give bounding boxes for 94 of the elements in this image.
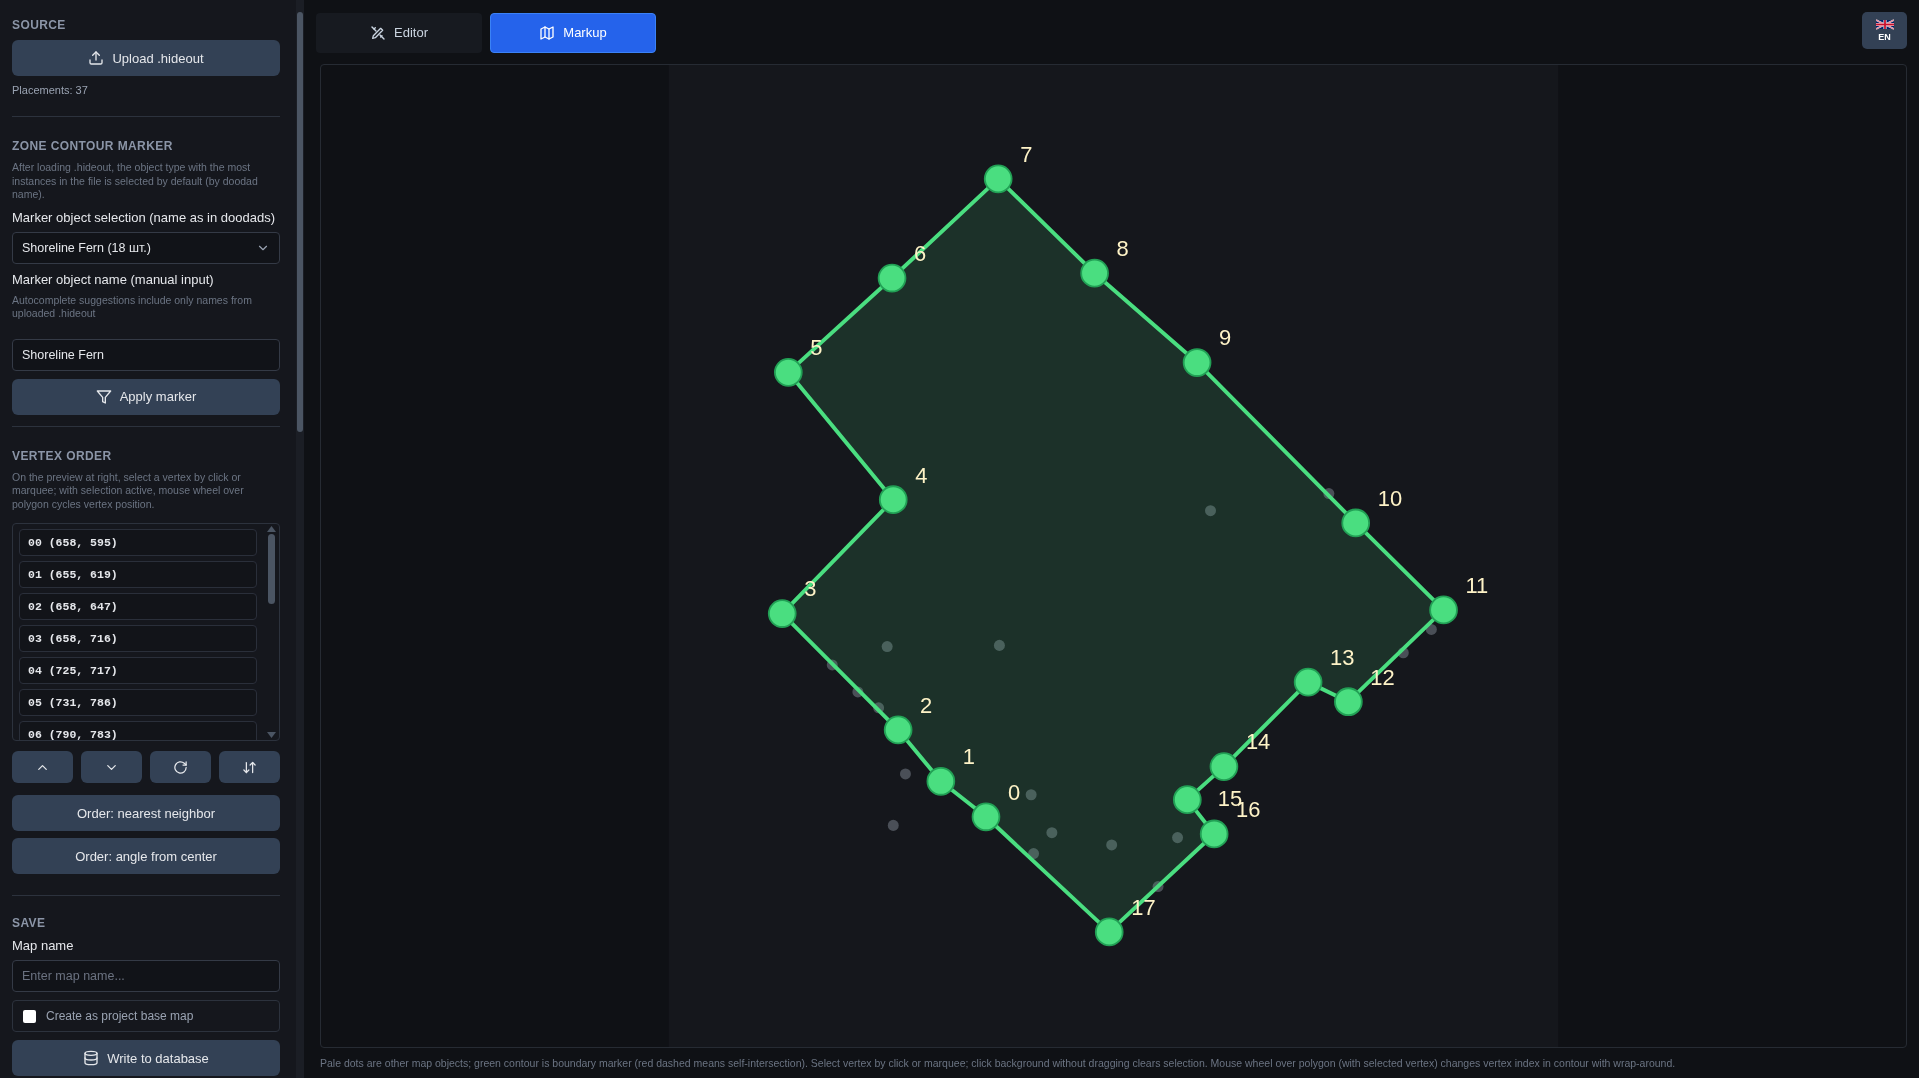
apply-marker-button[interactable]: Apply marker bbox=[12, 378, 280, 415]
scrollbar-thumb[interactable] bbox=[268, 534, 275, 604]
refresh-icon bbox=[173, 759, 188, 775]
object-dot[interactable] bbox=[1028, 848, 1040, 860]
vertex-handle[interactable] bbox=[1199, 819, 1229, 849]
placements-count: Placements: 37 bbox=[12, 84, 89, 96]
list-scrollbar[interactable] bbox=[266, 526, 277, 738]
field-label: Marker object selection (name as in doodads) bbox=[12, 209, 277, 225]
vertex-handle[interactable] bbox=[983, 164, 1013, 194]
object-dot[interactable] bbox=[1425, 623, 1437, 635]
language-button[interactable]: EN bbox=[1862, 11, 1907, 49]
vertex-handle[interactable] bbox=[1429, 595, 1458, 625]
order-button[interactable]: Order: angle from center bbox=[12, 838, 280, 874]
scrollbar[interactable] bbox=[296, 0, 304, 1078]
vertex-handle[interactable] bbox=[926, 766, 956, 796]
hint-text: After loading .hideout, the object type with the most instances in the file is selected by default (by doodad name). bbox=[12, 161, 259, 202]
caption-text: Pale dots are other map objects; green contour is boundary marker (red dashed means self-intersection). Select vertex by click or marquee; click background without dragging clears selection. Mouse wheel over polygon (with selected vertex) changes vertex index in contour with wrap-around. bbox=[319, 1056, 1677, 1071]
vertex-list-item[interactable]: 01 (655, 619) bbox=[19, 561, 257, 588]
map-name-field[interactable]: Enter map name... bbox=[12, 960, 280, 992]
vertex-label: 8 bbox=[1116, 236, 1129, 261]
vertex-label: 17 bbox=[1131, 894, 1156, 920]
vertex-list-item[interactable]: 03 (658, 716) bbox=[19, 625, 257, 652]
object-dot[interactable] bbox=[852, 686, 864, 698]
object-dot[interactable] bbox=[1046, 827, 1058, 839]
object-dot[interactable] bbox=[1025, 789, 1037, 801]
section-heading: VERTEX ORDER bbox=[12, 448, 113, 463]
vertex-handle[interactable] bbox=[971, 802, 1001, 832]
object-dot[interactable] bbox=[1172, 832, 1184, 844]
vertex-handle[interactable] bbox=[883, 715, 913, 745]
object-dot[interactable] bbox=[993, 639, 1005, 651]
vertex-label: 11 bbox=[1465, 572, 1489, 598]
vertex-label: 1 bbox=[962, 744, 976, 770]
write-database-button[interactable]: Write to database bbox=[12, 1040, 280, 1076]
vertex-handle[interactable] bbox=[774, 357, 803, 387]
vertex-handle[interactable] bbox=[1094, 917, 1124, 947]
object-dot[interactable] bbox=[1323, 488, 1335, 500]
vertex-list-item[interactable]: 06 (790, 783) bbox=[19, 721, 257, 740]
object-dot[interactable] bbox=[1205, 505, 1216, 517]
field-label: Map name bbox=[12, 938, 75, 953]
vertex-handle[interactable] bbox=[1173, 785, 1202, 815]
vertex-label: 0 bbox=[1007, 779, 1021, 805]
vertex-list-item[interactable]: 05 (731, 786) bbox=[19, 689, 257, 716]
vertex-handle[interactable] bbox=[1209, 752, 1239, 781]
reset-button[interactable] bbox=[150, 751, 211, 783]
order-button[interactable]: Order: nearest neighbor bbox=[12, 795, 280, 831]
vertex-label: 9 bbox=[1219, 325, 1232, 351]
funnel-icon bbox=[95, 388, 112, 405]
tab[interactable]: Markup bbox=[490, 12, 656, 53]
vertex-handle[interactable] bbox=[767, 599, 797, 628]
object-dot[interactable] bbox=[1152, 881, 1164, 893]
map-icon bbox=[539, 24, 556, 41]
vertex-handle[interactable] bbox=[1293, 667, 1323, 697]
vertex-list-item[interactable]: 00 (658, 595) bbox=[19, 529, 257, 556]
section-heading: SOURCE bbox=[12, 18, 67, 32]
vertex-label: 13 bbox=[1330, 644, 1355, 670]
object-dot[interactable] bbox=[887, 819, 899, 831]
object-dot[interactable] bbox=[899, 768, 911, 780]
vertex-handle[interactable] bbox=[877, 263, 907, 293]
object-dot[interactable] bbox=[826, 659, 838, 671]
object-dot[interactable] bbox=[1106, 839, 1118, 851]
upload-button[interactable]: Upload .hideout bbox=[12, 40, 280, 76]
object-dot[interactable] bbox=[881, 641, 893, 653]
reverse-button[interactable] bbox=[219, 751, 280, 783]
section-heading: SAVE bbox=[12, 916, 47, 930]
object-dot[interactable] bbox=[873, 702, 885, 714]
marker-name-field[interactable]: Shoreline Fern bbox=[12, 338, 280, 371]
hint-text: On the preview at right, select a vertex by click or marquee; with selection active, mouse wheel over polygon cycles vertex position. bbox=[12, 470, 245, 511]
flag-icon bbox=[1875, 18, 1894, 30]
object-dot[interactable] bbox=[1397, 647, 1409, 659]
field-label: Marker object name (manual input) bbox=[12, 271, 215, 287]
section-heading: ZONE CONTOUR MARKER bbox=[12, 139, 174, 153]
vertex-label: 2 bbox=[920, 692, 933, 718]
pencil-ruler-icon bbox=[370, 24, 386, 41]
checkbox-label: Create as project base map bbox=[46, 1009, 194, 1023]
vertex-list-item[interactable]: 02 (658, 647) bbox=[19, 593, 257, 620]
vertex-handle[interactable] bbox=[878, 485, 908, 515]
vertex-label: 10 bbox=[1377, 485, 1403, 511]
hint-text: Autocomplete suggestions include only names from uploaded .hideout bbox=[12, 293, 253, 321]
vertex-list-item[interactable]: 04 (725, 717) bbox=[19, 657, 257, 684]
tab[interactable]: Editor bbox=[316, 12, 482, 53]
checkbox[interactable] bbox=[23, 1009, 36, 1023]
marker-select[interactable]: Shoreline Fern (18 шт.) bbox=[12, 231, 280, 264]
swap-arrows-icon bbox=[242, 759, 257, 775]
database-icon bbox=[83, 1050, 100, 1066]
contour-drawing[interactable] bbox=[767, 164, 1458, 947]
vertex-label: 4 bbox=[915, 462, 928, 488]
vertex-handle[interactable] bbox=[1341, 508, 1371, 538]
upload-icon bbox=[88, 50, 105, 66]
vertex-label: 12 bbox=[1370, 664, 1395, 690]
vertex-label: 14 bbox=[1245, 729, 1271, 755]
vertex-label: 7 bbox=[1020, 141, 1033, 167]
vertex-handle[interactable] bbox=[1182, 348, 1212, 377]
vertex-handle[interactable] bbox=[1080, 258, 1109, 288]
vertex-handle[interactable] bbox=[1334, 687, 1363, 717]
